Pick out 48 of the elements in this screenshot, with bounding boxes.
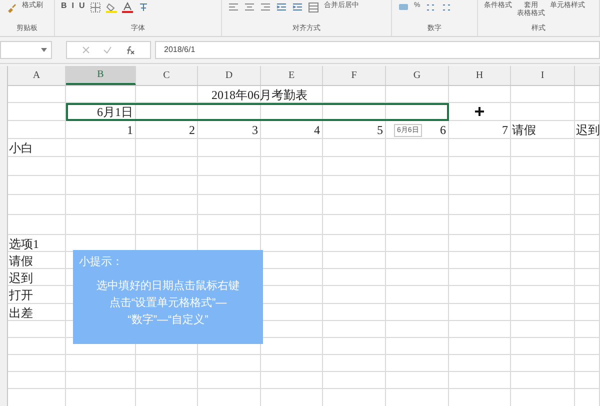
cell-text: 迟到 — [575, 123, 600, 137]
column-header[interactable]: H — [449, 66, 511, 85]
caret-icon — [41, 48, 47, 52]
cell-text: 5 — [377, 123, 384, 137]
ribbon-button[interactable]: U — [79, 2, 85, 10]
ribbon-button[interactable]: I — [72, 2, 74, 10]
cell-text: 1 — [127, 123, 134, 137]
column-header[interactable]: D — [198, 66, 261, 85]
align-center-icon[interactable] — [244, 2, 255, 13]
cell-text: 出差 — [8, 306, 33, 320]
function-icon[interactable] — [125, 46, 136, 54]
indent-icon[interactable] — [292, 2, 303, 13]
cell-text: 请假 — [8, 254, 33, 268]
column-header[interactable]: F — [323, 66, 386, 85]
cell-text: 请假 — [511, 123, 536, 137]
paint-bucket-icon[interactable] — [106, 2, 117, 13]
tip-title: 小提示： — [79, 255, 124, 270]
check-icon[interactable] — [102, 46, 112, 54]
cell-text: 6月1日 — [97, 105, 134, 119]
border-icon[interactable] — [90, 2, 101, 13]
cell-text: 2 — [189, 123, 196, 137]
column-header[interactable]: I — [511, 66, 575, 85]
column-header[interactable]: E — [261, 66, 323, 85]
cell-text: 小白 — [8, 141, 33, 155]
cell-text: 2018年06月考勤表 — [212, 88, 308, 102]
indent-icon[interactable] — [276, 2, 287, 13]
cell-text: 7 — [502, 123, 509, 137]
cell-text: 4 — [314, 123, 321, 137]
tip-text: “数字”—“自定义” — [128, 312, 208, 328]
formula-input[interactable]: 2018/6/1 — [155, 41, 600, 59]
cell-text: 打开 — [8, 288, 33, 302]
merge-icon[interactable] — [308, 2, 319, 13]
cell-text: 选项1 — [8, 236, 39, 250]
ribbon-button[interactable]: B — [61, 2, 67, 10]
column-header[interactable]: G — [386, 66, 449, 85]
column-header[interactable]: B — [66, 66, 136, 85]
tip-text: 点击“设置单元格格式”— — [109, 296, 227, 311]
cell-text: 6 — [440, 123, 447, 137]
close-icon[interactable] — [82, 46, 90, 54]
tip-text: 选中填好的日期点击鼠标右键 — [96, 278, 240, 294]
crosshair-cursor-icon — [475, 107, 484, 116]
cell-text: 3 — [252, 123, 259, 137]
brush-icon[interactable] — [6, 2, 17, 13]
align-left-icon[interactable] — [228, 2, 239, 13]
align-right-icon[interactable] — [260, 2, 271, 13]
column-header[interactable]: C — [136, 66, 198, 85]
font-color-icon[interactable] — [122, 2, 133, 13]
cell-text: 迟到 — [8, 270, 33, 284]
